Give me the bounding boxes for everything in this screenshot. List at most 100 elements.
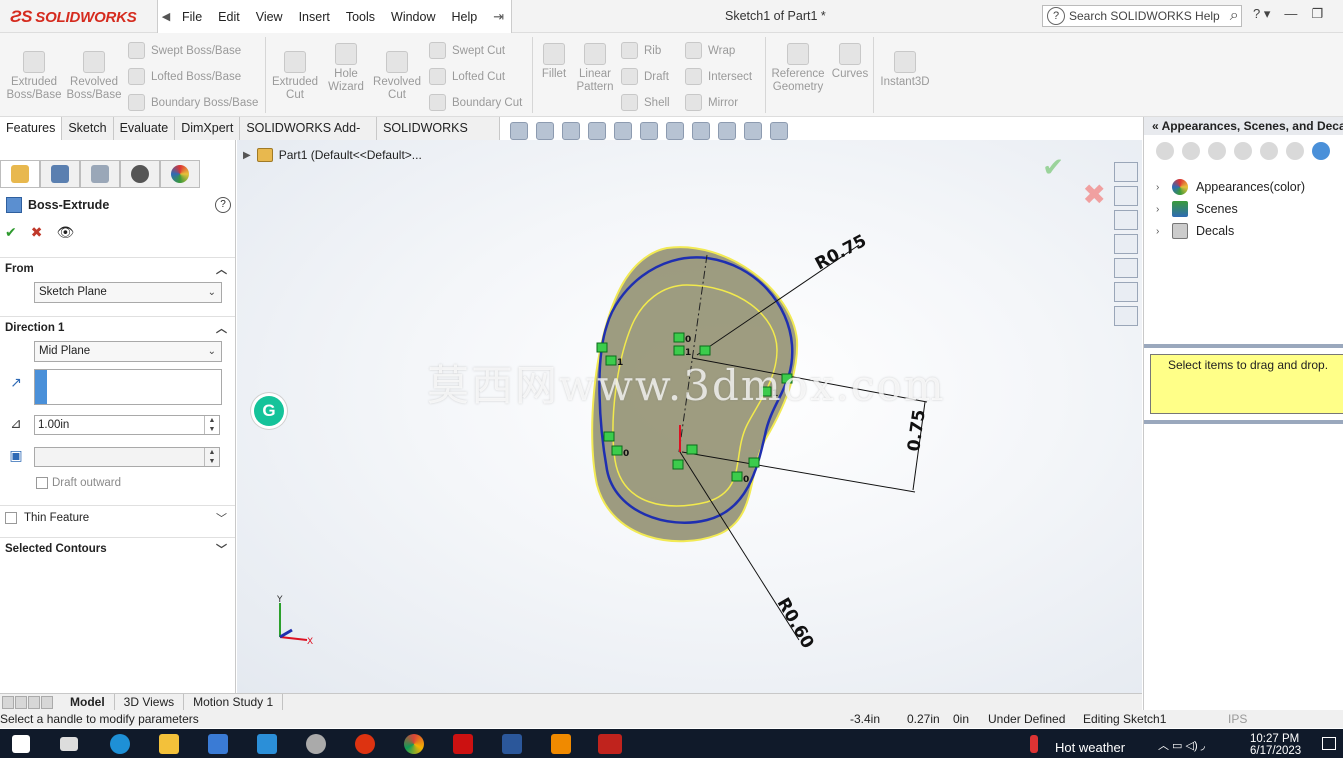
section-view-icon[interactable]	[588, 122, 606, 140]
zoom-to-area-icon[interactable]	[536, 122, 554, 140]
acrobat-icon[interactable]	[453, 734, 473, 754]
store-icon[interactable]	[208, 734, 228, 754]
direction-arrow-icon[interactable]: ↗	[6, 374, 26, 394]
file-explorer-icon[interactable]	[159, 734, 179, 754]
vlc-icon[interactable]	[551, 734, 571, 754]
depth-spinner-icon[interactable]: ▲ ▼	[204, 416, 219, 434]
task-view-icon[interactable]	[60, 737, 78, 751]
revolved-cut-button[interactable]: Revolved Cut	[370, 51, 424, 102]
search-help-box[interactable]: ? Search SOLIDWORKS Help ⌕	[1042, 5, 1242, 27]
zoom-to-fit-icon[interactable]	[510, 122, 528, 140]
tab-addins[interactable]: SOLIDWORKS Add-Ins	[240, 117, 378, 158]
extruded-cut-button[interactable]: Extruded Cut	[268, 51, 322, 102]
tab-mbd[interactable]: SOLIDWORKS MBD	[377, 117, 500, 158]
menu-view[interactable]: View	[248, 10, 291, 24]
selected-contours-header[interactable]: Selected Contours ﹀	[0, 537, 235, 559]
view-settings-icon[interactable]	[770, 122, 788, 140]
refresh-icon[interactable]	[1312, 142, 1330, 160]
hole-wizard-button[interactable]: Hole Wizard	[322, 43, 370, 94]
solidworks-logo[interactable]: ƧS SOLIDWORKS	[10, 6, 152, 28]
back-icon[interactable]	[1156, 142, 1174, 160]
menu-file[interactable]: File	[174, 10, 210, 24]
ok-check-icon[interactable]: ✔	[5, 224, 17, 241]
tab-sketch[interactable]: Sketch	[62, 117, 114, 140]
menu-window[interactable]: Window	[383, 10, 443, 24]
intersect-button[interactable]: Intersect	[685, 68, 752, 85]
tab-dimxpert[interactable]: DimXpert	[175, 117, 241, 140]
notification-icon[interactable]	[1322, 737, 1336, 750]
cancel-x-icon[interactable]: ✖	[31, 224, 43, 241]
opera-icon[interactable]	[355, 734, 375, 754]
lofted-cut-button[interactable]: Lofted Cut	[429, 68, 505, 85]
custom-properties-tab-icon[interactable]	[1114, 282, 1138, 302]
menu-collapse-icon[interactable]: ◀	[158, 10, 174, 23]
depth-input[interactable]: 1.00in ▲ ▼	[34, 415, 220, 435]
library-icon[interactable]	[1260, 142, 1278, 160]
dimxpertmanager-tab[interactable]	[120, 160, 160, 188]
tab-features[interactable]: Features	[0, 117, 63, 140]
hide-show-items-icon[interactable]	[692, 122, 710, 140]
draft-button[interactable]: Draft	[621, 68, 669, 85]
forward-icon[interactable]	[1182, 142, 1200, 160]
mirror-button[interactable]: Mirror	[685, 94, 738, 111]
folder-icon[interactable]	[1286, 142, 1304, 160]
extruded-boss-button[interactable]: Extruded Boss/Base	[6, 51, 62, 102]
dynamic-annotation-icon[interactable]	[614, 122, 632, 140]
tray-icons[interactable]: ︿ ▭ ◁) ◞	[1158, 737, 1205, 753]
tree-item-decals[interactable]: › Decals	[1156, 223, 1234, 239]
tree-item-scenes[interactable]: › Scenes	[1156, 201, 1238, 217]
direction-selection-box[interactable]	[34, 369, 222, 405]
forum-tab-icon[interactable]	[1114, 306, 1138, 326]
search-icon[interactable]: ⌕	[1230, 7, 1239, 25]
search-input[interactable]: Search SOLIDWORKS Help	[1069, 9, 1220, 23]
shell-button[interactable]: Shell	[621, 94, 670, 111]
clock[interactable]: 10:27 PM 6/17/2023	[1250, 733, 1301, 757]
from-select[interactable]: Sketch Plane ⌄	[34, 282, 222, 303]
pin-icon[interactable]: ⇥	[493, 9, 504, 25]
windows-start-icon[interactable]	[12, 735, 30, 753]
mail-icon[interactable]	[257, 734, 277, 754]
instant3d-button[interactable]: Instant3D	[877, 51, 933, 89]
draft-outward-checkbox[interactable]	[36, 477, 48, 489]
lofted-boss-button[interactable]: Lofted Boss/Base	[128, 68, 241, 85]
menu-edit[interactable]: Edit	[210, 10, 248, 24]
curves-button[interactable]: Curves	[830, 43, 870, 81]
expand-arrow-icon[interactable]: ›	[1156, 204, 1164, 215]
draft-outward-option[interactable]: Draft outward	[36, 477, 121, 489]
displaymanager-tab[interactable]	[160, 160, 200, 188]
help-icon[interactable]: ?	[215, 197, 231, 213]
design-library-tab-icon[interactable]	[1114, 186, 1138, 206]
swept-cut-button[interactable]: Swept Cut	[429, 42, 505, 59]
menu-tools[interactable]: Tools	[338, 10, 383, 24]
thin-feature-header[interactable]: Thin Feature ﹀	[0, 505, 235, 529]
expand-arrow-icon[interactable]: ›	[1156, 182, 1164, 193]
boundary-cut-button[interactable]: Boundary Cut	[429, 94, 522, 111]
preview-eye-icon[interactable]: 👁	[56, 224, 74, 241]
expand-arrow-icon[interactable]: ›	[1156, 226, 1164, 237]
direction1-section-header[interactable]: Direction 1 ︿	[0, 316, 235, 338]
pane-divider[interactable]	[1144, 420, 1343, 424]
thin-feature-checkbox[interactable]	[5, 511, 17, 524]
featuremanager-tab[interactable]	[0, 160, 40, 188]
sketch-canvas[interactable]: 0 1 1 1 0 0 R0.75 R0.60 0.75 Y X	[237, 140, 1142, 693]
from-section-header[interactable]: From ︿	[0, 257, 235, 279]
previous-view-icon[interactable]	[562, 122, 580, 140]
draft-angle-input[interactable]: ▲ ▼	[34, 447, 220, 467]
draft-spinner-icon[interactable]: ▲ ▼	[204, 448, 219, 466]
display-style-icon[interactable]	[666, 122, 684, 140]
revolved-boss-button[interactable]: Revolved Boss/Base	[66, 51, 122, 102]
tab-scroll-arrows[interactable]	[2, 695, 53, 709]
apply-scene-icon[interactable]	[744, 122, 762, 140]
menu-help[interactable]: Help	[444, 10, 486, 24]
graphics-area[interactable]: ▶ Part1 (Default<<Default>... ✔ ✖ G 0 1 …	[237, 140, 1142, 693]
app-icon[interactable]	[306, 734, 326, 754]
tab-evaluate[interactable]: Evaluate	[114, 117, 176, 140]
pane-divider[interactable]	[1144, 344, 1343, 348]
tab-3d-views[interactable]: 3D Views	[115, 693, 185, 711]
fillet-button[interactable]: Fillet	[536, 43, 572, 81]
view-orientation-icon[interactable]	[640, 122, 658, 140]
edge-icon[interactable]	[110, 734, 130, 754]
edit-appearance-icon[interactable]	[718, 122, 736, 140]
appearance-icon[interactable]	[1234, 142, 1252, 160]
rib-button[interactable]: Rib	[621, 42, 661, 59]
